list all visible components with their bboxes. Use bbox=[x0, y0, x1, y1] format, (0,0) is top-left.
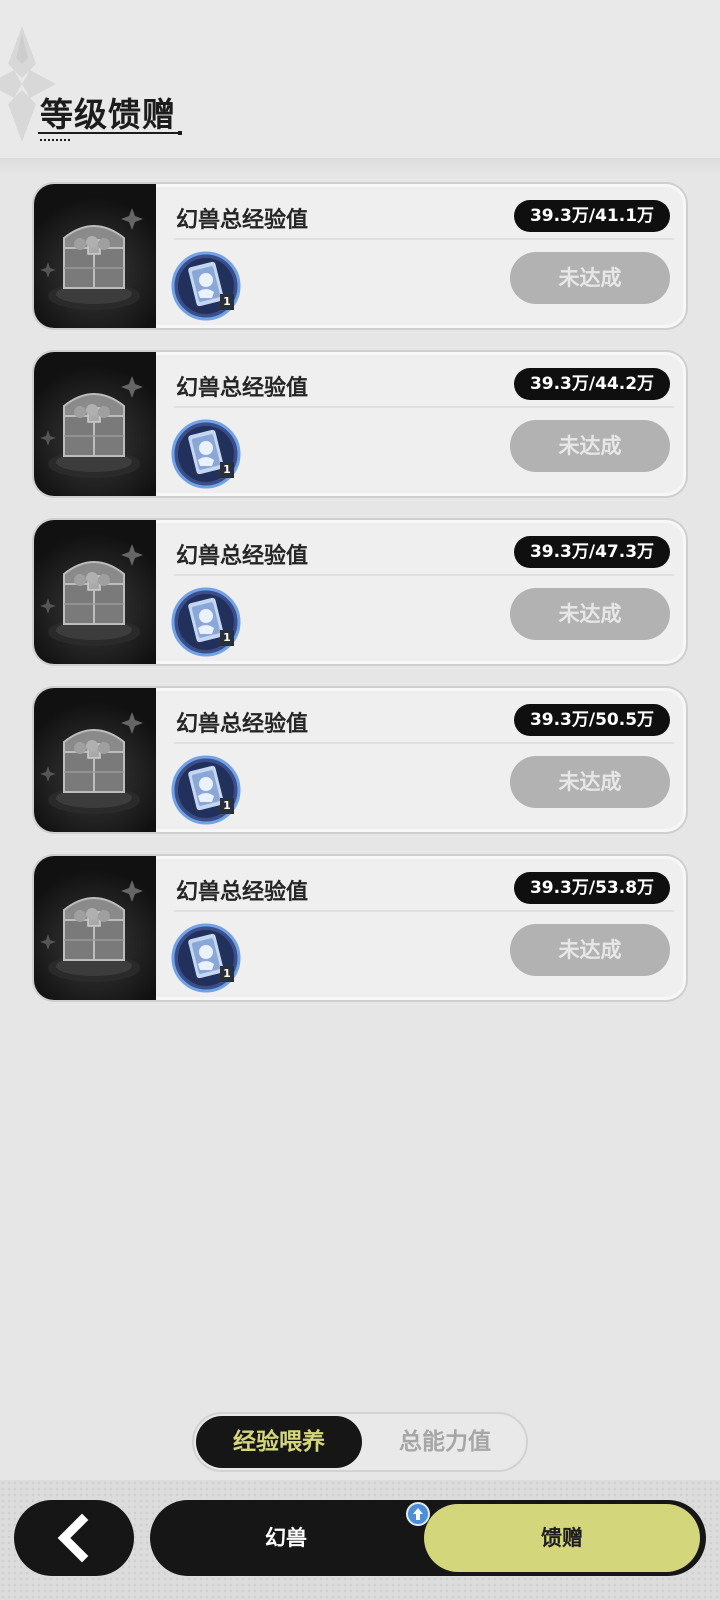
task-title: 幻兽总经验值 bbox=[176, 544, 309, 569]
treasure-chest-icon bbox=[40, 712, 143, 814]
subtab-switch: 经验喂养 总能力值 bbox=[192, 1412, 528, 1472]
claim-status-button[interactable]: 未达成 bbox=[510, 756, 670, 808]
chevron-left-icon bbox=[57, 1513, 89, 1563]
reward-count: 1 bbox=[220, 798, 234, 814]
card-thumbnail bbox=[34, 520, 156, 664]
claim-status-button[interactable]: 未达成 bbox=[510, 588, 670, 640]
claim-status-button[interactable]: 未达成 bbox=[510, 420, 670, 472]
header-divider bbox=[0, 158, 720, 174]
tab-total-ability[interactable]: 总能力值 bbox=[362, 1416, 528, 1468]
card-thumbnail bbox=[34, 352, 156, 496]
card-thumbnail bbox=[34, 184, 156, 328]
progress-badge: 39.3万/41.1万 bbox=[514, 200, 670, 232]
card-thumbnail bbox=[34, 688, 156, 832]
treasure-chest-icon bbox=[40, 880, 143, 982]
tab-experience-feeding[interactable]: 经验喂养 bbox=[196, 1416, 362, 1468]
character-card-icon bbox=[171, 587, 241, 657]
progress-badge: 39.3万/47.3万 bbox=[514, 536, 670, 568]
card-divider bbox=[174, 406, 674, 408]
card-divider bbox=[174, 910, 674, 912]
reward-count: 1 bbox=[220, 462, 234, 478]
title-underline bbox=[38, 132, 180, 134]
nav-gift[interactable]: 馈赠 bbox=[424, 1504, 700, 1572]
character-card-icon bbox=[171, 755, 241, 825]
claim-status-button[interactable]: 未达成 bbox=[510, 252, 670, 304]
upgrade-badge bbox=[406, 1502, 430, 1526]
task-list: 幻兽总经验值 39.3万/41.1万 1 未达成 幻兽总经验值 39.3万/44… bbox=[32, 182, 688, 1022]
treasure-chest-icon bbox=[40, 544, 143, 646]
reward-count: 1 bbox=[220, 966, 234, 982]
task-title: 幻兽总经验值 bbox=[176, 208, 309, 233]
card-divider bbox=[174, 742, 674, 744]
up-arrow-icon bbox=[413, 1508, 423, 1520]
reward-item[interactable]: 1 bbox=[170, 418, 242, 490]
reward-item[interactable]: 1 bbox=[170, 754, 242, 826]
reward-item[interactable]: 1 bbox=[170, 922, 242, 994]
character-card-icon bbox=[171, 419, 241, 489]
progress-badge: 39.3万/44.2万 bbox=[514, 368, 670, 400]
task-title: 幻兽总经验值 bbox=[176, 880, 309, 905]
progress-badge: 39.3万/53.8万 bbox=[514, 872, 670, 904]
card-divider bbox=[174, 238, 674, 240]
task-card: 幻兽总经验值 39.3万/53.8万 1 未达成 bbox=[32, 854, 688, 1002]
card-thumbnail bbox=[34, 856, 156, 1000]
treasure-chest-icon bbox=[40, 376, 143, 478]
card-divider bbox=[174, 574, 674, 576]
task-card: 幻兽总经验值 39.3万/50.5万 1 未达成 bbox=[32, 686, 688, 834]
title-underline-end bbox=[178, 131, 182, 135]
task-title: 幻兽总经验值 bbox=[176, 712, 309, 737]
task-card: 幻兽总经验值 39.3万/41.1万 1 未达成 bbox=[32, 182, 688, 330]
treasure-chest-icon bbox=[40, 208, 143, 310]
character-card-icon bbox=[171, 923, 241, 993]
character-card-icon bbox=[171, 251, 241, 321]
task-card: 幻兽总经验值 39.3万/47.3万 1 未达成 bbox=[32, 518, 688, 666]
title-dots bbox=[40, 139, 72, 141]
reward-item[interactable]: 1 bbox=[170, 586, 242, 658]
task-title: 幻兽总经验值 bbox=[176, 376, 309, 401]
nav-beast[interactable]: 幻兽 bbox=[150, 1500, 422, 1576]
page-title: 等级馈赠 bbox=[40, 95, 176, 134]
reward-count: 1 bbox=[220, 630, 234, 646]
claim-status-button[interactable]: 未达成 bbox=[510, 924, 670, 976]
reward-item[interactable]: 1 bbox=[170, 250, 242, 322]
reward-count: 1 bbox=[220, 294, 234, 310]
back-button[interactable] bbox=[14, 1500, 134, 1576]
task-card: 幻兽总经验值 39.3万/44.2万 1 未达成 bbox=[32, 350, 688, 498]
progress-badge: 39.3万/50.5万 bbox=[514, 704, 670, 736]
header: 等级馈赠 bbox=[0, 0, 720, 160]
